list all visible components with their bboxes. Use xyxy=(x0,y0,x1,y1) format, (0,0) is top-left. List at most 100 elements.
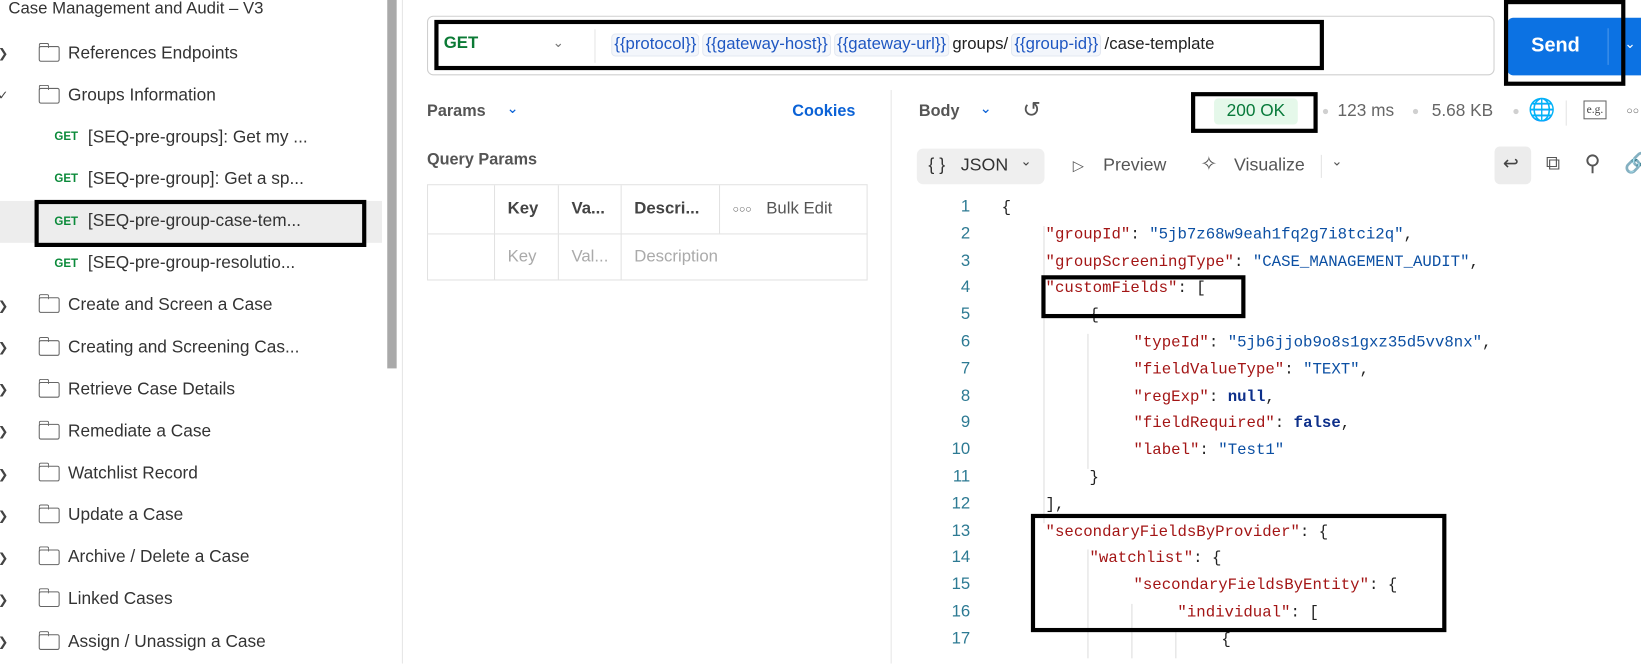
sidebar-scrollbar[interactable] xyxy=(387,0,397,369)
json-string: "CASE_MANAGEMENT_AUDIT" xyxy=(1252,252,1470,271)
code-line: "watchlist": { xyxy=(1090,550,1222,568)
method-badge: GET xyxy=(54,173,79,186)
chevron-down-icon[interactable]: ⌄ xyxy=(507,99,519,117)
json-key: "groupScreeningType" xyxy=(1045,252,1234,271)
chevron-right-icon[interactable]: ❯ xyxy=(0,424,8,439)
url-path[interactable]: /case-template xyxy=(1105,36,1215,55)
value-input[interactable]: Val... xyxy=(557,233,621,281)
chevron-down-icon[interactable]: ⌄ xyxy=(1331,153,1342,170)
json-key: "groupId" xyxy=(1045,225,1131,244)
sidebar-request[interactable]: GET [SEQ-pre-group]: Get a sp... xyxy=(0,158,382,200)
url-input[interactable]: {{protocol}} {{gateway-host}} {{gateway-ur… xyxy=(611,33,1215,57)
sidebar-request[interactable]: GET [SEQ-pre-group-case-tem... xyxy=(0,200,383,243)
chevron-right-icon[interactable]: ❯ xyxy=(0,382,8,397)
url-path[interactable]: groups/ xyxy=(952,36,1008,55)
code-line: "customFields": [ xyxy=(1046,280,1206,298)
url-variable[interactable]: {{protocol}} xyxy=(611,33,700,57)
wrap-lines-button[interactable]: ↩ xyxy=(1494,146,1532,185)
globe-lock-icon[interactable]: 🌐 xyxy=(1528,98,1555,123)
url-variable[interactable]: {{group-id}} xyxy=(1011,33,1102,57)
copy-icon[interactable]: ⧉ xyxy=(1546,153,1560,176)
folder-label: Retrieve Case Details xyxy=(68,379,236,399)
example-icon[interactable]: e.g. xyxy=(1583,100,1607,120)
chevron-right-icon[interactable]: ❯ xyxy=(0,340,8,355)
more-icon[interactable]: ○○○ xyxy=(733,204,752,216)
collection-title[interactable]: Case Management and Audit – V3 xyxy=(8,0,263,19)
chevron-right-icon[interactable]: ❯ xyxy=(0,508,8,523)
request-label: [SEQ-pre-group-resolutio... xyxy=(87,253,296,273)
indent-guide xyxy=(1087,333,1089,469)
key-input[interactable]: Key xyxy=(493,233,558,281)
sidebar-folder[interactable]: ❯ Retrieve Case Details xyxy=(0,369,382,411)
body-tab[interactable]: Body xyxy=(919,103,960,122)
code-line: "groupId": "5jb7z68w9eah1fq2g7i8tci2q", xyxy=(1046,226,1413,244)
sidebar-folder[interactable]: ❯ Update a Case xyxy=(0,495,382,537)
chevron-right-icon[interactable]: ❯ xyxy=(0,550,8,565)
bulk-edit-button[interactable]: ○○○ Bulk Edit xyxy=(719,185,868,234)
sidebar-folder[interactable]: ❯ Assign / Unassign a Case xyxy=(0,621,382,663)
chevron-down-icon[interactable]: ✓ xyxy=(0,88,8,103)
send-button[interactable]: Send ⌄ xyxy=(1507,17,1641,76)
code-line: { xyxy=(1090,307,1099,325)
line-number: 12 xyxy=(951,494,971,513)
sidebar-folder[interactable]: ❯ References Endpoints xyxy=(0,32,382,74)
preview-tab[interactable]: Preview xyxy=(1103,155,1166,176)
response-time[interactable]: 123 ms xyxy=(1338,102,1395,122)
send-label: Send xyxy=(1531,34,1580,57)
query-params-table: Key Va... Descri... ○○○ Bulk Edit Key Val… xyxy=(427,184,868,281)
separator-dot xyxy=(1322,108,1329,115)
chevron-right-icon[interactable]: ❯ xyxy=(0,466,8,481)
chevron-down-icon[interactable]: ⌄ xyxy=(1624,36,1635,53)
json-punctuation: : xyxy=(1208,387,1228,406)
json-key: "watchlist" xyxy=(1089,549,1194,568)
description-input[interactable]: Description xyxy=(620,233,868,281)
history-icon[interactable]: ↺ xyxy=(1023,97,1041,123)
status-badge[interactable]: 200 OK xyxy=(1214,98,1298,125)
chevron-right-icon[interactable]: ❯ xyxy=(0,298,8,313)
response-body-editor[interactable]: 1 {2 "groupId": "5jb7z68w9eah1fq2g7i8tci2q… xyxy=(900,197,1641,664)
sidebar-folder[interactable]: ❯ Linked Cases xyxy=(0,579,382,621)
sidebar-folder[interactable]: ❯ Create and Screen a Case xyxy=(0,285,382,327)
chevron-right-icon[interactable]: ❯ xyxy=(0,592,8,607)
json-punctuation: , xyxy=(1359,360,1370,379)
braces-icon: { } xyxy=(928,154,946,175)
chevron-right-icon[interactable]: ❯ xyxy=(0,46,8,61)
line-number: 9 xyxy=(960,413,971,432)
url-variable[interactable]: {{gateway-url}} xyxy=(833,33,950,57)
json-string: "Test1" xyxy=(1218,441,1285,460)
params-tab[interactable]: Params xyxy=(427,103,486,122)
visualize-tab[interactable]: Visualize xyxy=(1234,155,1305,176)
code-line: { xyxy=(1002,199,1011,217)
sidebar-folder[interactable]: ❯ Archive / Delete a Case xyxy=(0,537,382,579)
cookies-link[interactable]: Cookies xyxy=(792,103,855,122)
json-punctuation: : xyxy=(1199,441,1219,460)
sidebar-folder[interactable]: ✓ Groups Information xyxy=(0,74,382,116)
wrap-icon: ↩ xyxy=(1502,152,1519,174)
sidebar-request[interactable]: GET [SEQ-pre-groups]: Get my ... xyxy=(0,116,382,158)
url-variable[interactable]: {{gateway-host}} xyxy=(702,33,831,57)
sidebar-folder[interactable]: ❯ Watchlist Record xyxy=(0,453,382,495)
chevron-down-icon[interactable]: ⌄ xyxy=(1020,153,1031,170)
chevron-down-icon[interactable]: ⌄ xyxy=(553,35,564,52)
folder-icon xyxy=(38,336,60,356)
divider xyxy=(1565,100,1567,126)
sidebar-folder[interactable]: ❯ Remediate a Case xyxy=(0,411,382,453)
chevron-right-icon[interactable]: ❯ xyxy=(0,634,8,649)
indent-guide xyxy=(1087,549,1089,658)
json-literal: null xyxy=(1227,387,1266,406)
sidebar-folder[interactable]: ❯ Creating and Screening Cas... xyxy=(0,327,382,369)
json-punctuation: : xyxy=(1130,225,1150,244)
chevron-down-icon[interactable]: ⌄ xyxy=(980,99,992,117)
line-number: 6 xyxy=(960,332,971,351)
link-icon[interactable]: 🔗 xyxy=(1624,151,1641,176)
method-select[interactable]: GET xyxy=(444,35,478,54)
search-icon[interactable]: ⚲ xyxy=(1585,151,1601,177)
more-icon[interactable]: ○○ xyxy=(1626,106,1639,118)
response-size[interactable]: 5.68 KB xyxy=(1432,102,1493,122)
sidebar-request[interactable]: GET [SEQ-pre-group-resolutio... xyxy=(0,243,382,285)
column-header-key: Key xyxy=(493,185,558,234)
folder-icon xyxy=(38,630,60,650)
code-line: "secondaryFieldsByEntity": { xyxy=(1133,577,1397,595)
code-line: ], xyxy=(1046,496,1065,514)
format-label[interactable]: JSON xyxy=(961,155,1008,176)
